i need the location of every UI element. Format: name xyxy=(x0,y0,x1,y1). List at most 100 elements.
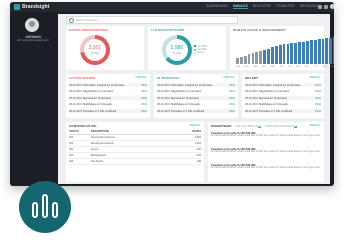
view-link[interactable]: VIEW xyxy=(141,97,147,100)
news-item[interactable]: Freedom.com sells for $2,030,000 An Austi… xyxy=(211,163,321,170)
list-item[interactable]: 08.22.2016 Renewal for 15 domains VIEW xyxy=(69,96,147,100)
brand-logo-icon[interactable] xyxy=(14,4,20,10)
view-link[interactable]: VIEW xyxy=(229,90,235,93)
usage-bar xyxy=(267,48,270,64)
card-title: TLD REGISTRATIONS xyxy=(151,28,185,32)
tld-donut: 2,980 TOTAL xyxy=(162,35,192,65)
list-date: 08.22.2016 xyxy=(245,90,258,93)
nav-item-transfer[interactable]: TRANSFER xyxy=(276,4,295,9)
table-row[interactable]: 400 Bad Request 418 xyxy=(69,153,201,159)
list-text: Purchase of 1 SSL certificate xyxy=(259,109,293,113)
usage-bar xyxy=(263,50,267,64)
view-link[interactable]: VIEW xyxy=(315,97,321,100)
nav-item-research[interactable]: RESEARCH xyxy=(300,4,319,9)
bell-icon[interactable] xyxy=(324,4,328,9)
table-row[interactable]: 301 Moved permanently 1,218 xyxy=(69,141,201,147)
usage-bar xyxy=(282,44,286,64)
nav-item-register[interactable]: REGISTER xyxy=(253,4,271,9)
list-item[interactable]: 08.22.2016 Purchase of 1 SSL certificate V… xyxy=(245,109,321,113)
search-input[interactable]: Search domains... xyxy=(66,16,238,24)
tab-label: DISPUTED DOMAINS xyxy=(265,124,294,128)
usage-bar xyxy=(290,43,294,64)
cell-status: 400 xyxy=(69,153,74,157)
view-link[interactable]: VIEW xyxy=(141,84,147,87)
tab-label: POLICY UPDATE xyxy=(235,124,258,128)
view-all-link[interactable]: VIEW ALL xyxy=(135,76,147,79)
view-all-link[interactable]: VIEW ALL xyxy=(223,76,235,79)
x-tick-label: JUL xyxy=(287,66,292,68)
list-date: 08.22.2016 xyxy=(157,96,170,100)
view-link[interactable]: VIEW xyxy=(229,97,235,100)
nav-item-dashboard[interactable]: DASHBOARD xyxy=(206,4,228,9)
in-progress-card: IN PROGRESS VIEW ALL 08.22.2016 Informati… xyxy=(154,74,238,118)
tab-domain-news[interactable]: DOMAIN NEWS xyxy=(211,124,232,128)
list-item[interactable]: 08.22.2016 Renewal for 15 domains VIEW xyxy=(245,96,321,100)
list-item[interactable]: 08.22.2016 Information required for 10 do… xyxy=(157,83,235,87)
nav-item-manage[interactable]: MANAGE xyxy=(233,4,249,9)
list-item[interactable]: 08.22.2016 Purchase of 1 SSL certificate V… xyxy=(157,109,235,113)
table-row[interactable]: 302 Found 620 xyxy=(69,147,201,153)
user-avatar[interactable] xyxy=(330,4,334,9)
cell-count: 108 xyxy=(196,159,201,163)
view-link[interactable]: VIEW xyxy=(229,84,235,87)
list-item[interactable]: 08.22.2016 Modification of 3 domains VIEW xyxy=(245,103,321,107)
donut-label: TOTAL xyxy=(172,52,182,55)
usage-bar xyxy=(286,43,290,64)
view-link[interactable]: VIEW xyxy=(229,103,235,106)
view-all-link[interactable]: VIEW ALL xyxy=(309,76,321,79)
list-text: Modification of 3 domains xyxy=(83,103,113,106)
view-link[interactable]: VIEW xyxy=(315,103,321,106)
list-date: 08.22.2016 xyxy=(69,103,82,106)
profile-avatar[interactable] xyxy=(25,18,39,32)
cart-icon[interactable] xyxy=(318,4,322,9)
donut-value: 3,201 xyxy=(88,45,102,51)
tab-badge: 5 xyxy=(293,126,298,128)
news-item[interactable]: Freedom.com sells for $2,030,000 An Austi… xyxy=(211,131,321,138)
list-item[interactable]: 08.22.2016 Purchase of 1 SSL certificate V… xyxy=(69,109,147,113)
table-row[interactable]: 404 Not Found 108 xyxy=(69,159,201,165)
list-item[interactable]: 08.22.2016 Information required for 10 do… xyxy=(69,83,147,87)
list-date: 08.22.2016 xyxy=(69,96,82,100)
cell-description: Successful response xyxy=(91,135,115,139)
list-text: Modification of 3 domains xyxy=(259,103,289,106)
list-text: Modification of 3 domains xyxy=(171,103,201,106)
view-link[interactable]: VIEW xyxy=(315,84,321,87)
news-body: An Austin-based investor made a cash off… xyxy=(211,151,321,153)
list-text: Information required for 10 domains xyxy=(259,83,301,87)
tab-policy-update[interactable]: POLICY UPDATE 3 xyxy=(236,124,262,128)
view-link[interactable]: VIEW xyxy=(141,90,147,93)
list-item[interactable]: 08.22.2016 Registration for 4 domains VIEW xyxy=(157,90,235,94)
list-text: Information required for 10 domains xyxy=(171,83,213,87)
view-all-link[interactable]: VIEW ALL xyxy=(189,124,201,127)
list-item[interactable]: 08.22.2016 Modification of 3 domains VIEW xyxy=(157,103,235,107)
usage-bar xyxy=(294,42,298,64)
domain-usage-card: DOMAIN USAGE & MANAGEMENT JAN FEB MAR APR MA… xyxy=(230,26,334,70)
card-title: COMMUNICATION xyxy=(69,124,97,128)
card-title: ACTION NEEDED xyxy=(69,76,96,80)
list-item[interactable]: 08.22.2016 Modification of 3 domains VIEW xyxy=(69,103,147,107)
view-link[interactable]: VIEW xyxy=(315,90,321,93)
view-link[interactable]: VIEW xyxy=(315,110,321,113)
search-icon xyxy=(69,17,74,23)
view-link[interactable]: VIEW xyxy=(141,110,147,113)
list-item[interactable]: 08.22.2016 Renewal for 15 domains VIEW xyxy=(157,96,235,100)
list-item[interactable]: 08.22.2016 Registration for 4 domains VIEW xyxy=(69,90,147,94)
cell-status: 200 xyxy=(69,135,74,139)
tab-disputed-domains[interactable]: DISPUTED DOMAINS 5 xyxy=(265,124,298,128)
list-item[interactable]: 08.22.2016 Registration for 4 domains VIEW xyxy=(245,90,321,94)
view-link[interactable]: VIEW xyxy=(141,103,147,106)
view-link[interactable]: VIEW xyxy=(229,110,235,113)
usage-bar xyxy=(313,39,317,64)
cell-status: 302 xyxy=(69,147,74,151)
view-all-link[interactable]: VIEW ALL xyxy=(309,124,321,127)
list-item[interactable]: 08.22.2016 Information required for 10 do… xyxy=(245,83,321,87)
news-item[interactable]: Freedom.com sells for $2,030,000 An Austi… xyxy=(211,147,321,154)
news-body: An Austin-based investor made a cash off… xyxy=(211,167,321,169)
list-text: Purchase of 1 SSL certificate xyxy=(171,109,205,113)
news-tabs: DOMAIN NEWS POLICY UPDATE 3 DISPUTED DOMAIN… xyxy=(211,124,298,128)
list-date: 08.22.2016 xyxy=(157,103,170,106)
table-row[interactable]: 200 Successful response 1,802 xyxy=(69,135,201,141)
x-tick-label: SEP xyxy=(304,66,310,68)
usage-bar xyxy=(317,39,321,64)
x-tick-label: JAN xyxy=(236,66,241,68)
